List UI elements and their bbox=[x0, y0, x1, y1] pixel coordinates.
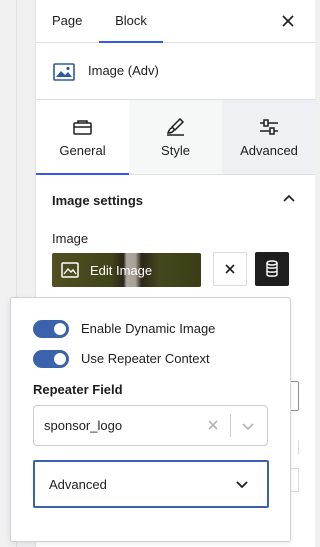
mode-dropdown[interactable]: Advanced bbox=[33, 460, 269, 508]
dynamic-image-popover: Enable Dynamic Image Use Repeater Contex… bbox=[10, 297, 291, 542]
tab-block[interactable]: Block bbox=[99, 0, 163, 43]
image-preview-button[interactable]: Edit Image bbox=[52, 253, 201, 287]
sliders-icon bbox=[222, 118, 316, 136]
brush-icon bbox=[129, 118, 222, 136]
repeater-field-label: Repeater Field bbox=[33, 382, 123, 397]
tab-style[interactable]: Style bbox=[129, 100, 222, 174]
tab-general[interactable]: General bbox=[36, 100, 129, 175]
use-repeater-context-toggle[interactable] bbox=[33, 350, 69, 368]
close-icon bbox=[282, 15, 294, 27]
inspector-tabs: General Style Advanced bbox=[36, 100, 316, 175]
edit-image-label: Edit Image bbox=[90, 263, 153, 278]
image-label: Image bbox=[52, 231, 89, 246]
block-title: Image (Adv) bbox=[88, 63, 159, 78]
toolbox-icon bbox=[36, 118, 129, 136]
database-icon bbox=[266, 260, 278, 277]
repeater-field-value: sponsor_logo bbox=[44, 418, 123, 433]
select-separator bbox=[230, 414, 231, 437]
image-icon bbox=[61, 262, 79, 278]
chevron-down-icon bbox=[235, 478, 249, 490]
background-field bbox=[291, 468, 299, 492]
close-sidebar-button[interactable] bbox=[278, 11, 298, 31]
image-settings-panel-toggle[interactable]: Image settings bbox=[36, 175, 316, 225]
mode-dropdown-value: Advanced bbox=[49, 477, 107, 492]
sidebar-header: Page Block bbox=[36, 0, 316, 43]
remove-image-button[interactable] bbox=[213, 252, 247, 286]
tab-style-label: Style bbox=[161, 143, 190, 158]
close-icon bbox=[225, 264, 235, 274]
enable-dynamic-image-toggle[interactable] bbox=[33, 320, 69, 338]
panel-title: Image settings bbox=[52, 193, 144, 208]
dynamic-content-button[interactable] bbox=[255, 252, 289, 286]
block-card: Image (Adv) bbox=[36, 43, 316, 100]
image-block-icon bbox=[53, 63, 75, 81]
background-field bbox=[291, 381, 299, 411]
chevron-up-icon bbox=[282, 192, 296, 206]
tab-general-label: General bbox=[59, 143, 106, 158]
chevron-down-icon[interactable] bbox=[240, 419, 256, 433]
enable-dynamic-image-label: Enable Dynamic Image bbox=[81, 321, 216, 336]
repeater-field-select[interactable]: sponsor_logo bbox=[33, 405, 268, 446]
clear-icon[interactable] bbox=[206, 418, 220, 432]
tab-page[interactable]: Page bbox=[52, 0, 82, 42]
tab-advanced[interactable]: Advanced bbox=[222, 100, 316, 174]
background-field bbox=[291, 440, 299, 454]
tab-advanced-label: Advanced bbox=[240, 143, 298, 158]
use-repeater-context-label: Use Repeater Context bbox=[81, 351, 210, 366]
